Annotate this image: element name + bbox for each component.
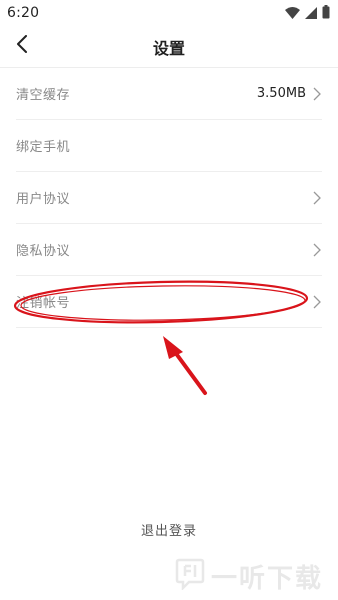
chevron-right-icon [312,243,322,257]
wifi-icon [285,4,300,23]
watermark-text: 一听下载 [211,563,324,594]
setting-user-agreement[interactable]: 用户协议 [16,172,322,224]
nav-bar: 设置 [0,26,338,66]
logout-button[interactable]: 退出登录 [0,520,338,542]
chevron-right-icon [312,87,322,101]
setting-label: 隐私协议 [16,244,71,259]
setting-clear-cache[interactable]: 清空缓存 3.50MB [16,68,322,120]
ting-logo-icon [175,558,205,594]
annotation-arrow [163,336,207,395]
setting-bind-phone[interactable]: 绑定手机 [16,120,322,172]
cellular-signal-icon [305,4,317,23]
watermark: 一听下载 [175,556,335,596]
page-title: 设置 [152,39,185,58]
battery-icon [322,4,330,23]
setting-privacy-agreement[interactable]: 隐私协议 [16,224,322,276]
setting-label: 注销帐号 [16,296,71,311]
status-bar: 6:20 [0,0,338,26]
status-icons [285,4,330,23]
status-time: 6:20 [7,5,40,21]
setting-delete-account[interactable]: 注销帐号 [16,276,322,328]
chevron-right-icon [312,191,322,205]
setting-label: 清空缓存 [16,88,71,103]
setting-label: 用户协议 [16,192,71,207]
settings-screen: 6:20 设置 清空缓存 3.50MB 绑定手机 用户协议 隐私协议 注销帐号 … [0,0,338,600]
cache-size-value: 3.50MB [256,86,306,101]
settings-list: 清空缓存 3.50MB 绑定手机 用户协议 隐私协议 注销帐号 [16,68,322,328]
setting-label: 绑定手机 [16,140,71,155]
setting-right: 3.50MB [257,86,322,101]
chevron-right-icon [312,295,322,309]
